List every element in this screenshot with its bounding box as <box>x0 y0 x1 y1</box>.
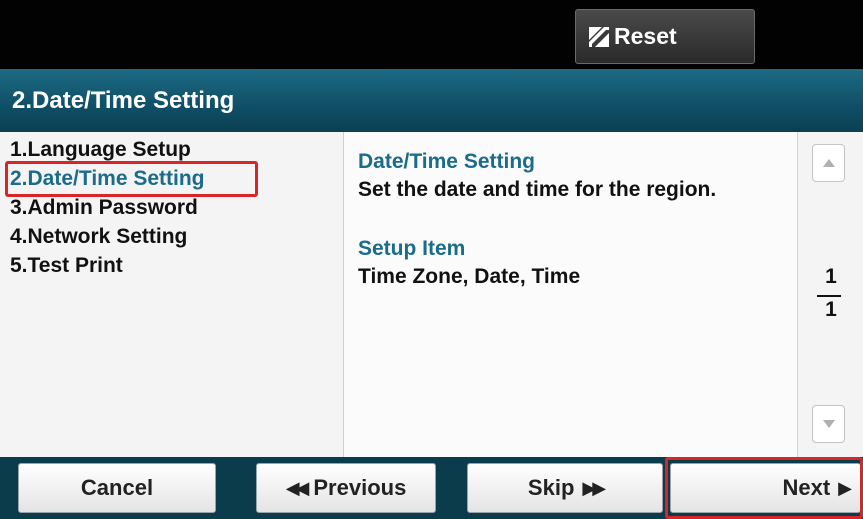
page-divider <box>817 295 841 297</box>
page-title-bar: 2.Date/Time Setting <box>0 69 863 132</box>
scroll-column: 1 1 <box>797 132 863 457</box>
arrow-down-icon <box>822 420 835 428</box>
content-area: 1.Language Setup 2.Date/Time Setting 3.A… <box>0 132 863 457</box>
cancel-label: Cancel <box>80 475 154 500</box>
menu-item-admin-password[interactable]: 3.Admin Password <box>10 194 198 222</box>
page-total: 1 <box>825 298 837 321</box>
page-title: 2.Date/Time Setting <box>12 86 235 114</box>
top-bar: Reset <box>0 0 863 69</box>
bottom-bar: Cancel ◀◀ Previous Skip ▶▶ Next ▶ <box>0 457 863 519</box>
menu-item-language-setup[interactable]: 1.Language Setup <box>10 136 191 164</box>
double-right-arrow-icon: ▶▶ <box>582 477 606 498</box>
cancel-button[interactable]: Cancel <box>18 463 216 513</box>
setup-item-list: Time Zone, Date, Time <box>358 265 581 288</box>
reset-label: Reset <box>614 23 677 49</box>
detail-heading: Date/Time Setting <box>358 150 535 173</box>
menu-item-test-print[interactable]: 5.Test Print <box>10 252 123 280</box>
previous-label: Previous <box>313 475 407 500</box>
reset-button[interactable]: Reset <box>575 9 755 64</box>
scroll-down-button[interactable] <box>812 405 845 443</box>
reset-icon <box>588 26 610 48</box>
skip-button[interactable]: Skip ▶▶ <box>467 463 663 513</box>
arrow-up-icon <box>822 159 835 167</box>
menu-item-network-setting[interactable]: 4.Network Setting <box>10 223 187 251</box>
setup-item-heading: Setup Item <box>358 237 466 260</box>
right-arrow-icon: ▶ <box>838 477 852 498</box>
next-label: Next <box>782 475 831 500</box>
detail-panel: Date/Time Setting Set the date and time … <box>345 132 797 457</box>
setup-menu: 1.Language Setup 2.Date/Time Setting 3.A… <box>0 132 344 457</box>
selection-highlight <box>5 161 258 197</box>
double-left-arrow-icon: ◀◀ <box>285 477 310 498</box>
detail-description: Set the date and time for the region. <box>358 178 717 201</box>
next-button[interactable]: Next ▶ <box>670 463 861 513</box>
skip-label: Skip <box>527 475 575 500</box>
page-current: 1 <box>825 265 837 288</box>
previous-button[interactable]: ◀◀ Previous <box>256 463 436 513</box>
scroll-up-button[interactable] <box>812 144 845 182</box>
